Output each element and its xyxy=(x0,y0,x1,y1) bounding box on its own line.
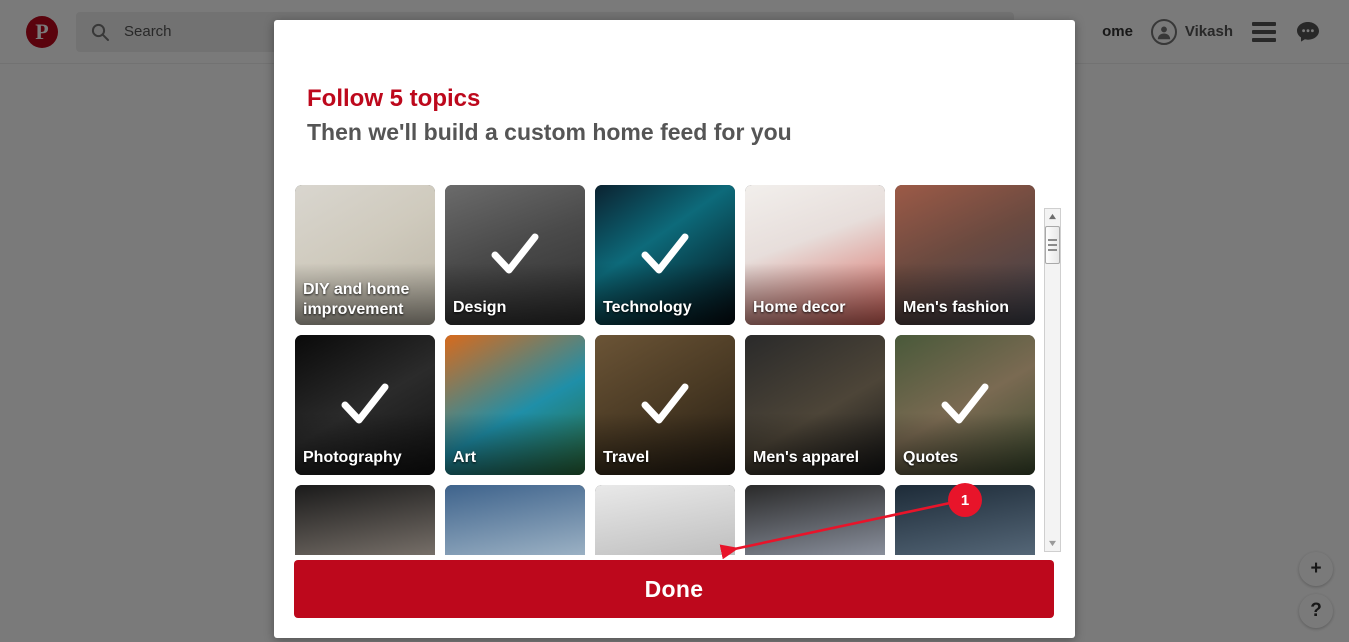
topic-image xyxy=(295,485,435,555)
topic-card[interactable]: DIY and home improvement xyxy=(295,185,435,325)
topic-card[interactable]: Men's apparel xyxy=(745,335,885,475)
topic-selected-check-icon xyxy=(341,383,389,424)
topic-card[interactable] xyxy=(745,485,885,555)
topic-card[interactable]: Art xyxy=(445,335,585,475)
topics-scrollbar[interactable] xyxy=(1044,208,1061,552)
scroll-up-arrow-icon[interactable] xyxy=(1045,209,1060,224)
topic-label: Home decor xyxy=(753,299,846,316)
topic-image xyxy=(445,485,585,555)
topic-card[interactable]: Quotes xyxy=(895,335,1035,475)
topic-card[interactable]: Men's fashion xyxy=(895,185,1035,325)
topic-image xyxy=(595,485,735,555)
topics-grid: DIY and home improvement Design Technology… xyxy=(295,185,1059,555)
topic-card[interactable]: Photography xyxy=(295,335,435,475)
scroll-down-arrow-icon[interactable] xyxy=(1045,536,1060,551)
modal-title: Follow 5 topics xyxy=(307,85,481,112)
topic-card[interactable] xyxy=(295,485,435,555)
topic-selected-check-icon xyxy=(941,383,989,424)
topic-card[interactable]: Travel xyxy=(595,335,735,475)
topic-label: Quotes xyxy=(903,449,959,466)
topic-selected-check-icon xyxy=(641,233,689,274)
topic-label: DIY and home improvement xyxy=(303,281,410,318)
topic-label: Travel xyxy=(603,449,650,466)
done-button[interactable]: Done xyxy=(294,560,1054,618)
topic-image xyxy=(895,485,1035,555)
follow-topics-modal: Follow 5 topics Then we'll build a custo… xyxy=(274,20,1075,638)
topic-selected-check-icon xyxy=(641,383,689,424)
topics-section: DIY and home improvement Design Technology… xyxy=(295,185,1061,555)
page-root: P Search ome Vikash xyxy=(0,0,1349,642)
topic-card[interactable] xyxy=(445,485,585,555)
modal-subtitle: Then we'll build a custom home feed for … xyxy=(307,119,792,145)
modal-heading: Follow 5 topics Then we'll build a custo… xyxy=(307,82,792,148)
topic-card[interactable]: Home decor xyxy=(745,185,885,325)
topic-label: Photography xyxy=(303,449,402,466)
topic-card[interactable]: Design xyxy=(445,185,585,325)
topic-image xyxy=(745,485,885,555)
topic-label: Men's fashion xyxy=(903,299,1010,316)
topics-scroll-area[interactable]: DIY and home improvement Design Technology… xyxy=(295,185,1059,555)
topic-label: Men's apparel xyxy=(753,449,860,466)
scrollbar-thumb[interactable] xyxy=(1045,226,1060,264)
topic-label: Design xyxy=(453,299,507,316)
topic-label: Technology xyxy=(603,299,692,316)
topic-card[interactable] xyxy=(595,485,735,555)
topic-card[interactable] xyxy=(895,485,1035,555)
topic-label: Art xyxy=(453,449,477,466)
topic-card[interactable]: Technology xyxy=(595,185,735,325)
topic-selected-check-icon xyxy=(491,233,539,274)
